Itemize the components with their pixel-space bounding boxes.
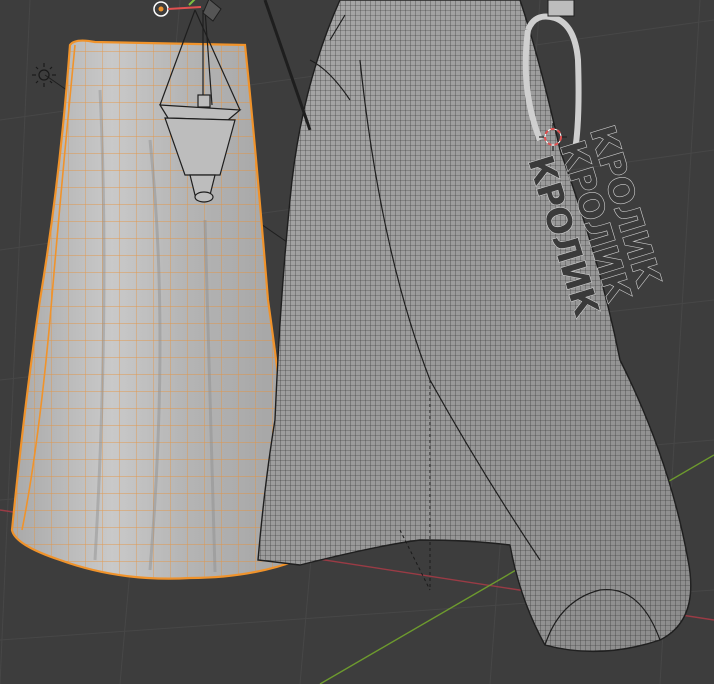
coat-draped[interactable] (257, 0, 692, 653)
viewport-canvas[interactable]: КРОЛИК КРОЛИК КРОЛИК (0, 0, 714, 684)
object-origin-icon[interactable] (153, 0, 222, 22)
3d-viewport[interactable]: КРОЛИК КРОЛИК КРОЛИК (0, 0, 714, 684)
skirt-selected[interactable] (10, 39, 300, 580)
sun-light-icon[interactable] (32, 63, 56, 87)
